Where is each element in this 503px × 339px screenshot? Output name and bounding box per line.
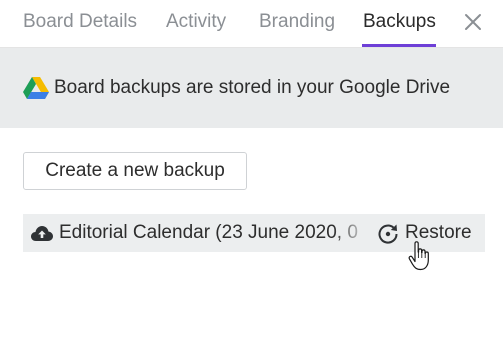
close-button[interactable]	[460, 9, 486, 35]
cloud-upload-icon	[31, 226, 53, 241]
backup-list-item[interactable]: Editorial Calendar (23 June 2020, 0 Rest…	[23, 214, 485, 252]
tab-board-details[interactable]: Board Details	[23, 9, 137, 35]
restore-label: Restore	[405, 222, 472, 243]
restore-button[interactable]: Restore	[376, 214, 485, 252]
create-backup-button[interactable]: Create a new backup	[23, 152, 247, 190]
google-drive-icon	[23, 77, 49, 99]
tab-backups[interactable]: Backups	[363, 9, 436, 35]
tab-activity[interactable]: Activity	[166, 9, 226, 35]
close-x-icon	[465, 14, 481, 30]
restore-icon	[378, 224, 398, 244]
board-settings-panel: Board Details Activity Branding Backups …	[0, 0, 503, 339]
active-tab-indicator	[362, 44, 436, 47]
tab-branding[interactable]: Branding	[259, 9, 335, 35]
backup-name-fade	[333, 214, 379, 252]
banner-text: Board backups are stored in your Google …	[54, 77, 451, 98]
tab-bar: Board Details Activity Branding Backups	[0, 0, 503, 48]
